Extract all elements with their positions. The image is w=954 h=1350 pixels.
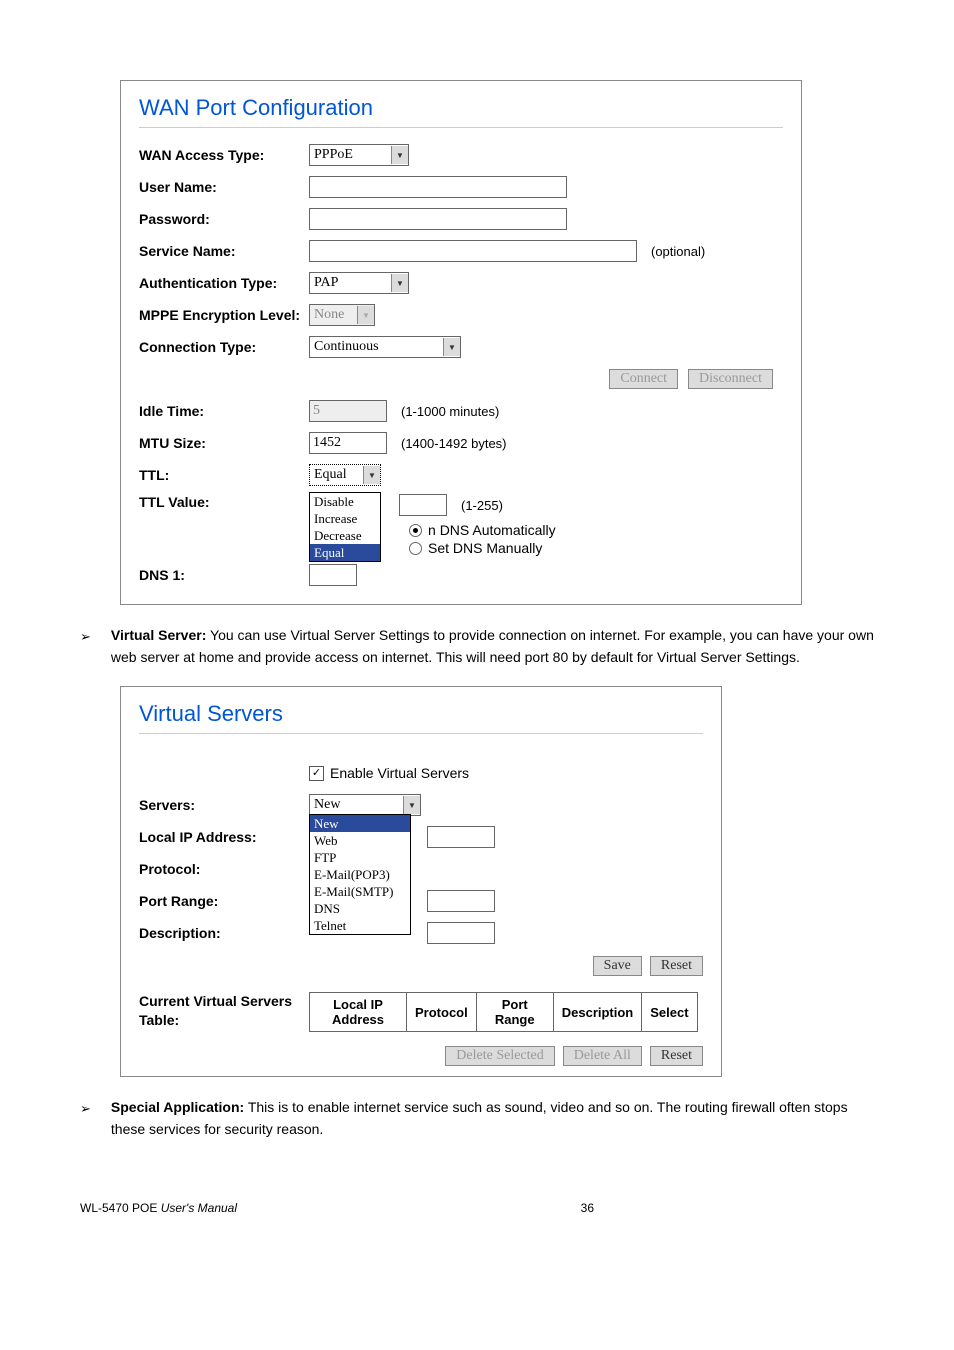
mppe-select: None ▼	[309, 304, 375, 326]
mtu-label: MTU Size:	[139, 435, 309, 451]
port-range-input[interactable]	[427, 890, 495, 912]
description-label: Description:	[139, 925, 309, 941]
ttl-option[interactable]: Decrease	[310, 527, 380, 544]
auth-type-label: Authentication Type:	[139, 275, 309, 292]
cvt-title: Current Virtual Servers Table:	[139, 992, 309, 1028]
servers-select[interactable]: New ▼	[309, 794, 421, 816]
local-ip-label: Local IP Address:	[139, 829, 309, 845]
col-description: Description	[553, 993, 642, 1032]
virtual-servers-panel: Virtual Servers ✓ Enable Virtual Servers…	[120, 686, 722, 1077]
delete-all-button[interactable]: Delete All	[563, 1046, 642, 1066]
reset-button[interactable]: Reset	[650, 956, 703, 976]
servers-option[interactable]: E-Mail(SMTP)	[310, 883, 410, 900]
ttl-value-input[interactable]	[399, 494, 447, 516]
ttl-option[interactable]: Increase	[310, 510, 380, 527]
vs-heading: Virtual Server:	[111, 627, 206, 643]
wan-access-type-select[interactable]: PPPoE ▼	[309, 144, 409, 166]
footer-page: 36	[581, 1201, 594, 1215]
mppe-label: MPPE Encryption Level:	[139, 307, 309, 324]
wan-panel: WAN Port Configuration WAN Access Type: …	[120, 80, 802, 605]
service-name-hint: (optional)	[651, 244, 705, 259]
cvt-table: Local IP Address Protocol Port Range Des…	[309, 992, 698, 1032]
wan-panel-title: WAN Port Configuration	[139, 95, 783, 128]
save-button[interactable]: Save	[593, 956, 642, 976]
delete-selected-button[interactable]: Delete Selected	[445, 1046, 554, 1066]
local-ip-input[interactable]	[427, 826, 495, 848]
ttl-value-hint: (1-255)	[461, 498, 503, 513]
dns1-label: DNS 1:	[139, 567, 309, 583]
dropdown-arrow-icon: ▼	[391, 274, 408, 292]
special-application-paragraph: ➢ Special Application: This is to enable…	[80, 1097, 874, 1140]
servers-dropdown-list[interactable]: New Web FTP E-Mail(POP3) E-Mail(SMTP) DN…	[309, 814, 411, 935]
user-name-label: User Name:	[139, 179, 309, 195]
vs-panel-title: Virtual Servers	[139, 701, 703, 734]
ttl-option[interactable]: Equal	[310, 544, 380, 561]
ttl-option[interactable]: Disable	[310, 493, 380, 510]
footer-um: User's Manual	[161, 1201, 237, 1215]
protocol-label: Protocol:	[139, 861, 309, 877]
virtual-server-paragraph: ➢ Virtual Server: You can use Virtual Se…	[80, 625, 874, 668]
mtu-input[interactable]	[309, 432, 387, 454]
password-label: Password:	[139, 211, 309, 227]
col-port-range: Port Range	[476, 993, 553, 1032]
servers-option[interactable]: FTP	[310, 849, 410, 866]
dropdown-arrow-icon: ▼	[443, 338, 460, 356]
ttl-select[interactable]: Equal ▼	[309, 464, 381, 486]
reset2-button[interactable]: Reset	[650, 1046, 703, 1066]
servers-option[interactable]: DNS	[310, 900, 410, 917]
enable-vs-label: Enable Virtual Servers	[330, 765, 469, 781]
dropdown-arrow-icon: ▼	[391, 146, 408, 164]
bullet-icon: ➢	[80, 627, 91, 668]
servers-option[interactable]: Web	[310, 832, 410, 849]
password-input[interactable]	[309, 208, 567, 230]
connect-button[interactable]: Connect	[609, 369, 678, 389]
vs-body: You can use Virtual Server Settings to p…	[111, 627, 874, 665]
ttl-dropdown-list[interactable]: Disable Increase Decrease Equal	[309, 492, 381, 562]
dns-auto-radio[interactable]	[409, 524, 422, 537]
dropdown-arrow-icon: ▼	[363, 466, 380, 484]
service-name-label: Service Name:	[139, 243, 309, 259]
user-name-input[interactable]	[309, 176, 567, 198]
port-range-label: Port Range:	[139, 893, 309, 909]
dns1-input[interactable]	[309, 564, 357, 586]
service-name-input[interactable]	[309, 240, 637, 262]
conn-type-select[interactable]: Continuous ▼	[309, 336, 461, 358]
idle-time-label: Idle Time:	[139, 403, 309, 419]
col-protocol: Protocol	[407, 993, 477, 1032]
servers-option[interactable]: Telnet	[310, 917, 410, 934]
sa-heading: Special Application:	[111, 1099, 244, 1115]
page-footer: WL-5470 POE User's Manual 36	[80, 1201, 874, 1245]
dns-manual-label: Set DNS Manually	[428, 540, 542, 556]
col-local-ip: Local IP Address	[310, 993, 407, 1032]
servers-option[interactable]: E-Mail(POP3)	[310, 866, 410, 883]
footer-model: WL-5470 POE	[80, 1201, 161, 1215]
col-select: Select	[642, 993, 697, 1032]
servers-option[interactable]: New	[310, 815, 410, 832]
bullet-icon: ➢	[80, 1099, 91, 1140]
disconnect-button[interactable]: Disconnect	[688, 369, 773, 389]
dropdown-arrow-icon: ▼	[357, 306, 374, 324]
wan-access-type-label: WAN Access Type:	[139, 147, 309, 163]
dns-manual-radio[interactable]	[409, 542, 422, 555]
mtu-hint: (1400-1492 bytes)	[401, 436, 507, 451]
idle-time-hint: (1-1000 minutes)	[401, 404, 499, 419]
description-input[interactable]	[427, 922, 495, 944]
ttl-value-label: TTL Value:	[139, 494, 309, 510]
dns-auto-label: n DNS Automatically	[428, 522, 556, 538]
ttl-label: TTL:	[139, 467, 309, 483]
dropdown-arrow-icon: ▼	[403, 796, 420, 814]
servers-label: Servers:	[139, 797, 309, 813]
enable-vs-checkbox[interactable]: ✓	[309, 766, 324, 781]
auth-type-select[interactable]: PAP ▼	[309, 272, 409, 294]
conn-type-label: Connection Type:	[139, 339, 309, 355]
idle-time-input	[309, 400, 387, 422]
